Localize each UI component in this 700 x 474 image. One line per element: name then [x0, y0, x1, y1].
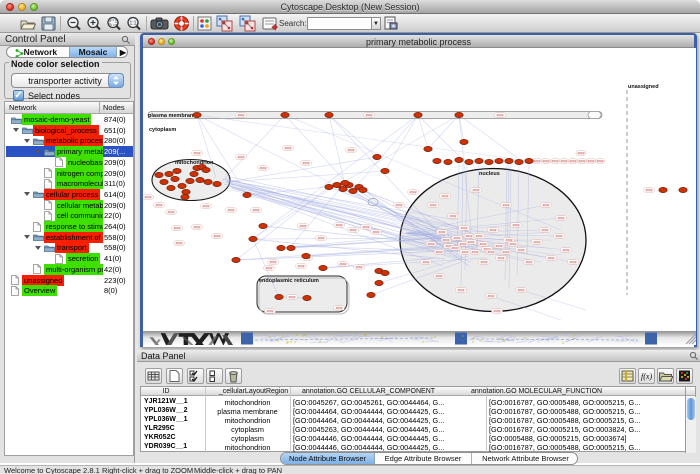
- svg-text:####: ####: [596, 159, 603, 163]
- svg-text:####: ####: [509, 242, 516, 246]
- svg-text:####: ####: [459, 242, 466, 246]
- svg-text:####: ####: [502, 203, 509, 207]
- svg-text:####: ####: [193, 151, 200, 155]
- svg-text:1:1: 1:1: [130, 21, 137, 27]
- svg-text:####: ####: [422, 260, 429, 264]
- svg-text:####: ####: [265, 266, 272, 270]
- svg-text:####: ####: [562, 248, 569, 252]
- svg-text:####: ####: [427, 242, 434, 246]
- svg-text:####: ####: [335, 306, 342, 310]
- svg-text:####: ####: [465, 234, 472, 238]
- svg-text:####: ####: [288, 295, 295, 299]
- svg-text:####: ####: [299, 224, 306, 228]
- svg-text:####: ####: [542, 159, 549, 163]
- svg-text:####: ####: [542, 203, 549, 207]
- svg-text:####: ####: [479, 242, 486, 246]
- svg-text:####: ####: [297, 264, 304, 268]
- svg-text:####: ####: [365, 113, 372, 117]
- svg-text:####: ####: [339, 262, 346, 266]
- svg-text:####: ####: [569, 159, 576, 163]
- svg-text:plasma membrane: plasma membrane: [148, 113, 196, 119]
- svg-text:####: ####: [457, 288, 464, 292]
- svg-text:####: ####: [237, 113, 244, 117]
- svg-text:####: ####: [266, 309, 273, 313]
- svg-text:####: ####: [435, 250, 442, 254]
- svg-text:####: ####: [502, 250, 509, 254]
- svg-text:####: ####: [429, 203, 436, 207]
- svg-text:####: ####: [269, 260, 276, 264]
- svg-text:endoplasmic reticulum: endoplasmic reticulum: [259, 278, 319, 284]
- svg-text:####: ####: [560, 159, 567, 163]
- svg-text:f(x): f(x): [641, 372, 652, 381]
- svg-text:mitochondrion: mitochondrion: [175, 160, 214, 166]
- svg-text:####: ####: [395, 203, 402, 207]
- svg-text:####: ####: [497, 256, 504, 260]
- svg-text:####: ####: [493, 309, 500, 313]
- svg-text:####: ####: [435, 274, 442, 278]
- svg-text:####: ####: [193, 225, 200, 229]
- svg-text:####: ####: [517, 248, 524, 252]
- svg-text:####: ####: [577, 151, 584, 155]
- svg-text:####: ####: [487, 294, 494, 298]
- svg-text:####: ####: [496, 113, 503, 117]
- svg-text:####: ####: [533, 159, 540, 163]
- svg-text:####: ####: [533, 240, 540, 244]
- svg-text:####: ####: [167, 210, 174, 214]
- svg-text:####: ####: [547, 256, 554, 260]
- svg-text:####: ####: [409, 190, 416, 194]
- svg-text:####: ####: [144, 195, 151, 199]
- svg-text:####: ####: [349, 228, 356, 232]
- svg-text:####: ####: [175, 241, 182, 245]
- svg-text:####: ####: [237, 155, 244, 159]
- svg-text:####: ####: [645, 188, 652, 192]
- svg-text:####: ####: [227, 208, 234, 212]
- svg-text:####: ####: [155, 203, 162, 207]
- svg-text:####: ####: [442, 238, 449, 242]
- svg-text:####: ####: [362, 225, 369, 229]
- svg-text:####: ####: [259, 166, 266, 170]
- svg-text:####: ####: [317, 236, 324, 240]
- svg-text:####: ####: [252, 208, 259, 212]
- svg-text:####: ####: [453, 236, 460, 240]
- svg-text:####: ####: [489, 228, 496, 232]
- svg-text:####: ####: [460, 226, 467, 230]
- svg-text:####: ####: [202, 204, 209, 208]
- svg-text:####: ####: [480, 260, 487, 264]
- svg-text:####: ####: [578, 159, 585, 163]
- svg-text:####: ####: [541, 228, 548, 232]
- svg-text:####: ####: [372, 230, 379, 234]
- svg-text:####: ####: [284, 146, 291, 150]
- svg-text:####: ####: [551, 159, 558, 163]
- svg-text:####: ####: [449, 214, 456, 218]
- svg-text:####: ####: [173, 226, 180, 230]
- svg-text:####: ####: [467, 240, 474, 244]
- svg-text:####: ####: [487, 250, 494, 254]
- svg-text:cytoplasm: cytoplasm: [149, 127, 176, 133]
- svg-text:####: ####: [525, 260, 532, 264]
- svg-text:unassigned: unassigned: [628, 84, 659, 90]
- svg-text:####: ####: [335, 223, 342, 227]
- svg-text:####: ####: [441, 194, 448, 198]
- svg-text:####: ####: [557, 216, 564, 220]
- svg-text:####: ####: [475, 234, 482, 238]
- svg-text:####: ####: [472, 188, 479, 192]
- svg-text:####: ####: [213, 234, 220, 238]
- svg-text:####: ####: [438, 230, 445, 234]
- svg-text:####: ####: [355, 265, 362, 269]
- svg-text:####: ####: [512, 223, 519, 227]
- svg-text:####: ####: [347, 148, 354, 152]
- svg-text:####: ####: [451, 246, 458, 250]
- svg-text:####: ####: [471, 250, 478, 254]
- svg-text:####: ####: [517, 288, 524, 292]
- svg-text:####: ####: [587, 159, 594, 163]
- svg-text:nucleus: nucleus: [479, 171, 500, 177]
- svg-text:####: ####: [302, 161, 309, 165]
- svg-text:####: ####: [495, 244, 502, 248]
- svg-text:####: ####: [461, 250, 468, 254]
- svg-text:####: ####: [555, 234, 562, 238]
- svg-text:####: ####: [569, 260, 576, 264]
